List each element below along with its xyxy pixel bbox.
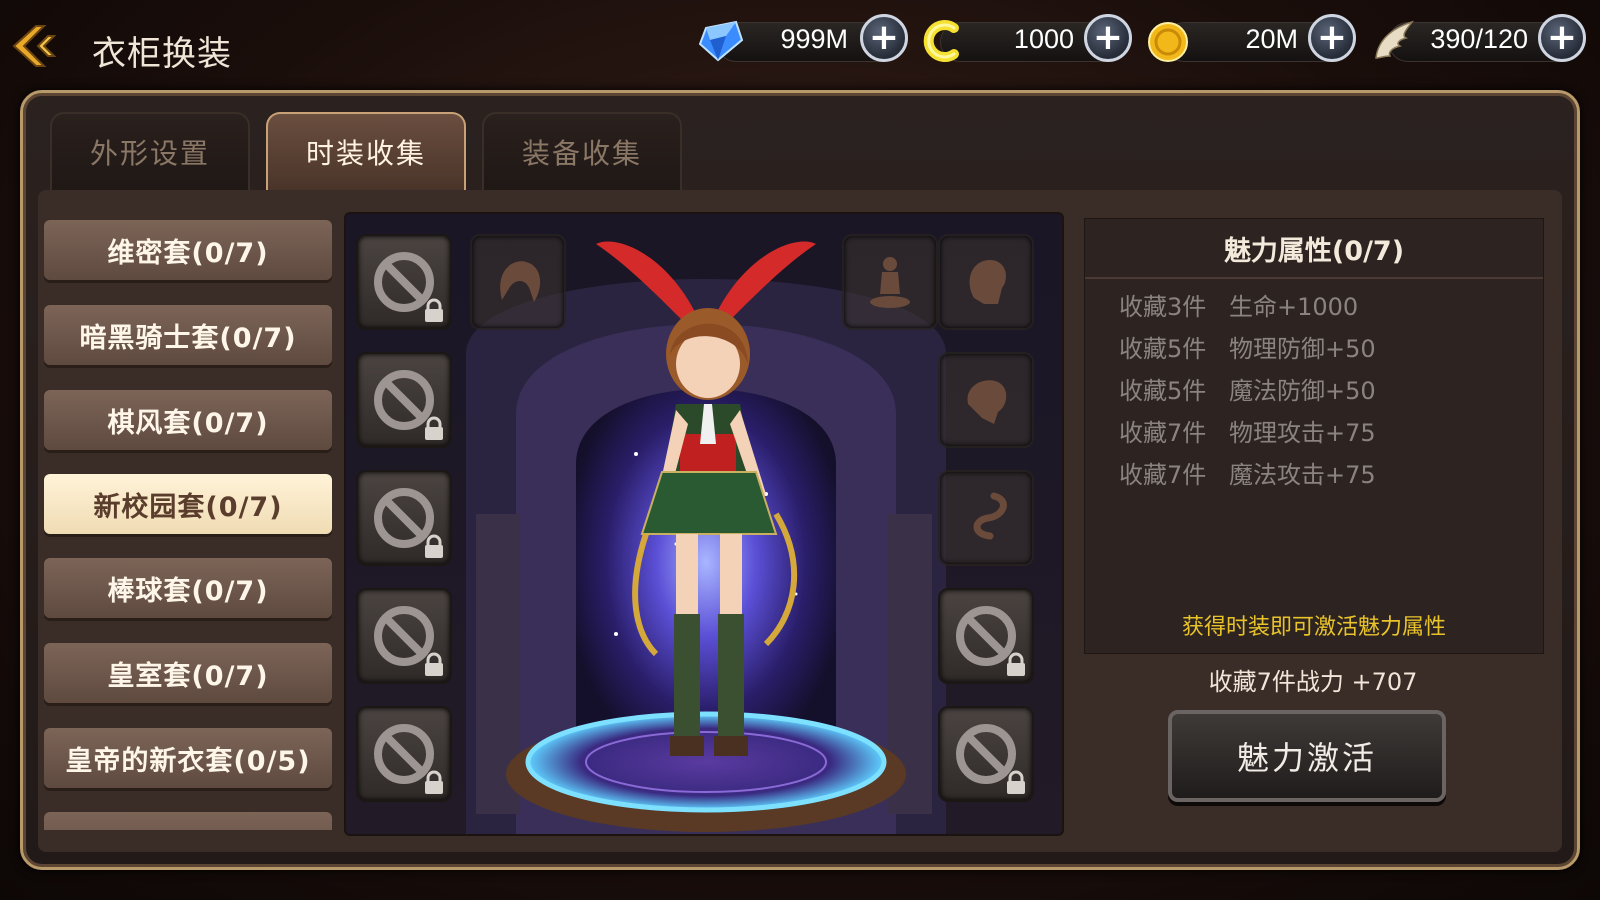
attribute-count: 收藏7件 bbox=[1119, 461, 1207, 489]
statue-icon bbox=[870, 257, 910, 308]
stamina-value: 390/120 bbox=[1430, 24, 1528, 54]
attribute-bonus: 物理攻击+75 bbox=[1229, 419, 1376, 447]
set-item[interactable]: 暗黑骑士套(0/7) bbox=[44, 305, 332, 365]
set-item[interactable]: 维密套(0/7) bbox=[44, 220, 332, 280]
tab-fashion-collection[interactable]: 时装收集 bbox=[266, 112, 466, 190]
set-list[interactable]: 维密套(0/7) 暗黑骑士套(0/7) 棋风套(0/7) 新校园套(0/7) 棒… bbox=[44, 220, 334, 830]
resource-diamond: 999M + bbox=[696, 14, 916, 66]
gold-value: 20M bbox=[1245, 24, 1298, 54]
outfit-slot-locked[interactable] bbox=[356, 706, 452, 802]
character-preview bbox=[344, 212, 1064, 836]
lock-icon bbox=[425, 298, 443, 322]
screen-title: 衣柜换装 bbox=[92, 34, 232, 74]
activation-hint: 获得时装即可激活魅力属性 bbox=[1181, 615, 1446, 640]
hair-icon bbox=[500, 261, 541, 302]
top-bar: 衣柜换装 999M + 1000 + 20M + 390/120 + bbox=[0, 0, 1600, 86]
pose-slot-empty[interactable] bbox=[842, 234, 938, 330]
attribute-bonus: 魔法攻击+75 bbox=[1229, 461, 1376, 489]
head-silhouette-icon bbox=[969, 260, 1006, 304]
add-stamina-button[interactable]: + bbox=[1538, 14, 1586, 62]
attribute-row: 收藏3件 生命+1000 bbox=[1119, 287, 1358, 327]
tail-icon bbox=[973, 492, 1007, 540]
face-silhouette-icon bbox=[967, 380, 1007, 424]
attribute-bonus: 物理防御+50 bbox=[1229, 335, 1376, 363]
outfit-slot-locked[interactable] bbox=[938, 706, 1034, 802]
tab-appearance[interactable]: 外形设置 bbox=[50, 112, 250, 190]
attribute-row: 收藏5件 魔法防御+50 bbox=[1119, 371, 1376, 411]
coupon-value: 1000 bbox=[1013, 24, 1074, 54]
face-slot-empty[interactable] bbox=[938, 352, 1034, 448]
set-item[interactable]: 皇室套(0/7) bbox=[44, 643, 332, 703]
collection-power-text: 收藏7件战力 +707 bbox=[1208, 668, 1418, 696]
set-item-selected[interactable]: 新校园套(0/7) bbox=[44, 474, 332, 534]
add-coupon-button[interactable]: + bbox=[1084, 14, 1132, 62]
add-gold-button[interactable]: + bbox=[1308, 14, 1356, 62]
tail-slot-empty[interactable] bbox=[938, 470, 1034, 566]
resource-stamina: 390/120 + bbox=[1368, 14, 1594, 66]
charm-attribute-title: 魅力属性(0/7) bbox=[1085, 219, 1543, 279]
attribute-bonus: 魔法防御+50 bbox=[1229, 377, 1376, 405]
attribute-count: 收藏3件 bbox=[1119, 293, 1207, 321]
add-diamond-button[interactable]: + bbox=[860, 14, 908, 62]
tab-equipment-collection[interactable]: 装备收集 bbox=[482, 112, 682, 190]
outfit-slot-locked[interactable] bbox=[356, 352, 452, 448]
charm-attribute-panel: 魅力属性(0/7) 收藏3件 生命+1000 收藏5件 物理防御+50 收藏5件 魔法… bbox=[1084, 218, 1544, 654]
resource-coupon: 1000 + bbox=[920, 14, 1140, 66]
attribute-count: 收藏5件 bbox=[1119, 335, 1207, 363]
head-slot-empty[interactable] bbox=[938, 234, 1034, 330]
set-item-partial[interactable] bbox=[44, 812, 332, 830]
attribute-row: 收藏7件 物理攻击+75 bbox=[1119, 413, 1376, 453]
attribute-count: 收藏7件 bbox=[1119, 419, 1207, 447]
lock-icon bbox=[425, 770, 443, 794]
attribute-count: 收藏5件 bbox=[1119, 377, 1207, 405]
attribute-row: 收藏5件 物理防御+50 bbox=[1119, 329, 1376, 369]
hair-slot-empty[interactable] bbox=[470, 234, 566, 330]
attribute-row: 收藏7件 魔法攻击+75 bbox=[1119, 455, 1376, 495]
outfit-slot-locked[interactable] bbox=[938, 588, 1034, 684]
attribute-bonus: 生命+1000 bbox=[1229, 293, 1359, 321]
outfit-slot-locked[interactable] bbox=[356, 470, 452, 566]
set-item[interactable]: 皇帝的新衣套(0/5) bbox=[44, 728, 332, 788]
lock-icon bbox=[425, 416, 443, 440]
lock-icon bbox=[1007, 770, 1025, 794]
back-arrow-icon bbox=[12, 25, 57, 67]
resource-gold: 20M + bbox=[1144, 14, 1364, 66]
set-item[interactable]: 棋风套(0/7) bbox=[44, 390, 332, 450]
lock-icon bbox=[1007, 652, 1025, 676]
outfit-slot-locked[interactable] bbox=[356, 588, 452, 684]
charm-activate-button[interactable]: 魅力激活 bbox=[1168, 710, 1446, 802]
lock-icon bbox=[425, 534, 443, 558]
diamond-value: 999M bbox=[780, 24, 848, 54]
set-item[interactable]: 棒球套(0/7) bbox=[44, 558, 332, 618]
back-button[interactable] bbox=[10, 22, 62, 70]
lock-icon bbox=[425, 652, 443, 676]
outfit-slot-locked[interactable] bbox=[356, 234, 452, 330]
